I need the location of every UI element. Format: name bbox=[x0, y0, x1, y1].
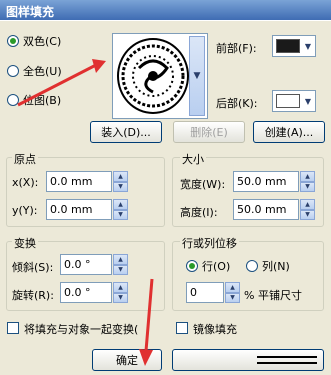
window-title: 图样填充 bbox=[6, 5, 55, 19]
title-bar: 图样填充 bbox=[0, 0, 331, 20]
annotation-arrows bbox=[17, 59, 154, 366]
pattern-fill-dialog: 双色(C) 全色(U) 位图(B) ▼ 前部(F): ▼ 后部(K): ▼ 装入… bbox=[0, 20, 331, 375]
